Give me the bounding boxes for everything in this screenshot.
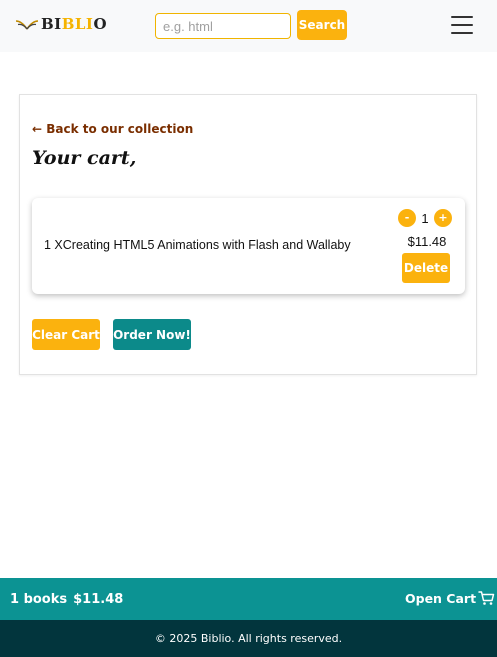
cart-item-title: 1 XCreating HTML5 Animations with Flash …: [44, 238, 351, 252]
cart-count: 1 books: [10, 592, 68, 607]
decrement-quantity-button[interactable]: -: [398, 209, 416, 227]
hamburger-menu-icon[interactable]: [448, 14, 476, 36]
site-footer: © 2025 Biblio. All rights reserved.: [0, 620, 497, 657]
quantity-value: 1: [421, 210, 429, 226]
cart-panel: ← Back to our collection Your cart, 1 XC…: [19, 94, 477, 375]
open-cart-label: Open Cart: [405, 590, 477, 606]
cart-total: $11.48: [73, 592, 124, 607]
open-book-icon: [15, 20, 39, 30]
delete-item-button[interactable]: Delete: [402, 253, 450, 283]
search-input[interactable]: [155, 13, 291, 39]
cart-title: Your cart,: [32, 147, 137, 169]
back-to-collection-link[interactable]: ← Back to our collection: [32, 122, 193, 136]
site-header: BIBLIO Search: [0, 0, 497, 52]
order-now-button[interactable]: Order Now!: [113, 319, 191, 350]
shopping-cart-icon: [478, 591, 495, 605]
clear-cart-button[interactable]: Clear Cart: [32, 319, 100, 350]
cart-item-price: $11.48: [407, 234, 447, 249]
cart-summary-bar: 1 books $11.48 Open Cart: [0, 578, 497, 620]
copyright-text: © 2025 Biblio. All rights reserved.: [154, 632, 343, 645]
cart-summary: 1 books $11.48: [10, 592, 123, 607]
cart-item: 1 XCreating HTML5 Animations with Flash …: [32, 198, 465, 294]
site-logo[interactable]: BIBLIO: [15, 14, 107, 34]
logo-wordmark: BIBLIO: [41, 15, 108, 33]
open-cart-button[interactable]: Open Cart: [405, 590, 495, 606]
quantity-stepper: - 1 +: [398, 209, 452, 227]
search-button[interactable]: Search: [297, 10, 347, 40]
increment-quantity-button[interactable]: +: [433, 209, 452, 227]
